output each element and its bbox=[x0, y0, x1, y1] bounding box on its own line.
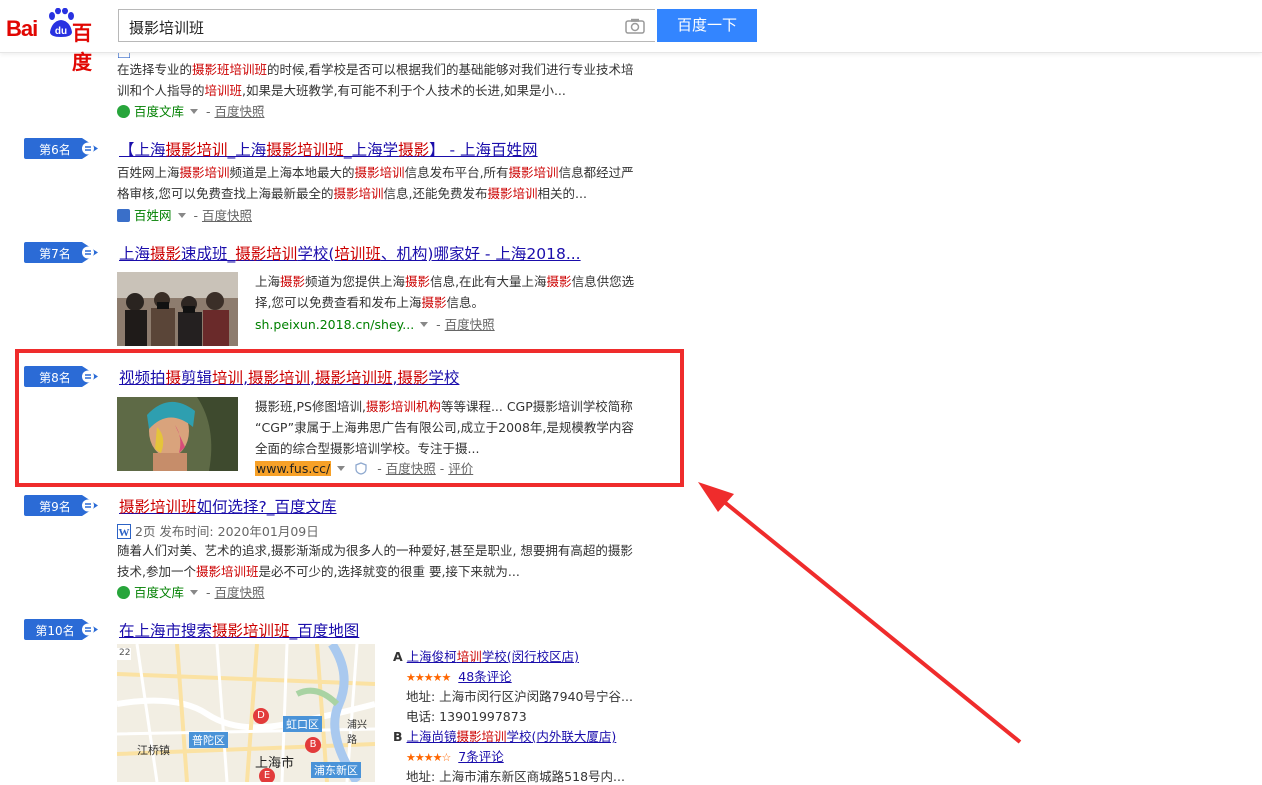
result-thumbnail[interactable] bbox=[117, 272, 238, 346]
result-title-link[interactable]: 视频拍摄剪辑培训,摄影培训,摄影培训班,摄影学校 bbox=[119, 366, 459, 388]
map-label: 浦东新区 bbox=[311, 762, 361, 778]
poi-rating: ★★★★☆ 7条评论 bbox=[406, 746, 504, 765]
reviews-link[interactable]: 7条评论 bbox=[458, 749, 503, 764]
logo-du: du bbox=[55, 26, 67, 37]
annotation-arrow bbox=[698, 482, 1022, 744]
result-title-link[interactable]: 在上海市搜索摄影培训班_百度地图 bbox=[119, 619, 359, 641]
review-link[interactable]: 评价 bbox=[448, 461, 473, 476]
search-input[interactable] bbox=[127, 16, 611, 38]
snapshot-link[interactable]: 百度快照 bbox=[386, 461, 436, 476]
result-source: 百度文库 - 百度快照 bbox=[117, 101, 265, 120]
chevron-down-icon bbox=[177, 213, 186, 218]
result-snippet: 百姓网上海摄影培训频道是上海本地最大的摄影培训信息发布平台,所有摄影培训信息都经… bbox=[117, 165, 634, 201]
baidu-logo[interactable]: Bai du 百度 bbox=[6, 6, 110, 74]
snapshot-link[interactable]: 百度快照 bbox=[445, 317, 495, 332]
result-snippet: 在选择专业的摄影班培训班的时候,看学校是否可以根据我们的基础能够对我们进行专业技… bbox=[117, 62, 634, 98]
rank-badge: 第8名 bbox=[24, 363, 100, 390]
snapshot-link[interactable]: 百度快照 bbox=[214, 104, 264, 119]
snapshot-link[interactable]: 百度快照 bbox=[214, 585, 264, 600]
rank-badge: 第10名 bbox=[24, 616, 100, 643]
shield-icon bbox=[355, 462, 367, 475]
chevron-down-icon bbox=[337, 466, 346, 471]
map-marker-b[interactable]: B bbox=[305, 737, 321, 753]
paw-logo-icon: du bbox=[49, 8, 74, 37]
word-doc-icon: W bbox=[117, 524, 131, 539]
rank-badge: 第7名 bbox=[24, 239, 100, 266]
logo-latin: Bai bbox=[6, 16, 38, 41]
poi-phone: 电话: 13901997873 bbox=[406, 709, 527, 724]
doc-meta: W 2页 发布时间: 2020年01月09日 bbox=[117, 524, 319, 539]
result-snippet: 上海摄影频道为您提供上海摄影信息,在此有大量上海摄影信息供您选 择,您可以免费查… bbox=[255, 274, 635, 310]
result-thumbnail[interactable] bbox=[117, 397, 238, 471]
poi-title[interactable]: A 上海俊柯培训学校(闵行校区店) bbox=[393, 646, 579, 665]
map-label: 浦兴路 bbox=[347, 720, 367, 746]
header-bar: Bai du 百度 百度一下 bbox=[0, 0, 1262, 74]
result-source: sh.peixun.2018.cn/shey... - 百度快照 bbox=[255, 317, 495, 332]
star-rating: ★★★★☆ bbox=[406, 751, 451, 764]
result-title-link[interactable]: 摄影培训班如何选择?_百度文库 bbox=[119, 495, 337, 517]
result-title-link[interactable]: 上海摄影速成班_摄影培训学校(培训班、机构)哪家好 - 上海2018... bbox=[119, 242, 581, 264]
result-title-link[interactable]: 【上海摄影培训_上海摄影培训班_上海学摄影】 - 上海百姓网 bbox=[119, 138, 538, 160]
star-rating: ★★★★★ bbox=[406, 671, 451, 684]
reviews-link[interactable]: 48条评论 bbox=[458, 669, 511, 684]
map-marker-d[interactable]: D bbox=[253, 708, 269, 724]
map-label: 江桥镇 bbox=[137, 744, 170, 757]
result-url[interactable]: www.fus.cc/ bbox=[255, 461, 332, 476]
logo-chinese: 百度 bbox=[72, 23, 92, 74]
result-source: 百姓网 - 百度快照 bbox=[117, 205, 252, 224]
wenku-icon bbox=[117, 105, 130, 118]
rank-badge: 第6名 bbox=[24, 135, 100, 162]
chevron-down-icon bbox=[190, 109, 199, 114]
camera-icon[interactable] bbox=[625, 18, 645, 34]
map-label: 22 bbox=[119, 648, 131, 658]
map-label: 普陀区 bbox=[189, 732, 228, 748]
rank-badge: 第9名 bbox=[24, 492, 100, 519]
poi-address: 地址: 上海市浦东新区商城路518号内... bbox=[406, 769, 625, 784]
map-label: 上海市 bbox=[255, 756, 295, 771]
chevron-down-icon bbox=[420, 322, 429, 327]
map-thumbnail[interactable]: 22 虹口区 普陀区 江桥镇 上海市 浦东新区 浦兴路 D B E bbox=[117, 644, 375, 782]
search-box[interactable] bbox=[118, 9, 655, 42]
result-snippet: 摄影班,PS修图培训,摄影培训机构等等课程... CGP摄影培训学校简称 “CG… bbox=[255, 399, 634, 456]
result-source: www.fus.cc/ - 百度快照 - 评价 bbox=[255, 461, 474, 476]
poi-rating: ★★★★★ 48条评论 bbox=[406, 666, 512, 685]
search-button[interactable]: 百度一下 bbox=[657, 9, 757, 42]
result-source: 百度文库 - 百度快照 bbox=[117, 582, 265, 601]
poi-title[interactable]: B 上海尚镜摄影培训学校(内外联大厦店) bbox=[393, 726, 616, 745]
map-marker-e[interactable]: E bbox=[259, 768, 275, 782]
baixing-icon bbox=[117, 209, 130, 222]
wenku-icon bbox=[117, 586, 130, 599]
result-snippet: 随着人们对美、艺术的追求,摄影渐渐成为很多人的一种爱好,甚至是职业, 想要拥有高… bbox=[117, 543, 633, 579]
map-label: 虹口区 bbox=[283, 716, 322, 732]
svg-text:W: W bbox=[119, 527, 130, 539]
snapshot-link[interactable]: 百度快照 bbox=[202, 208, 252, 223]
poi-address: 地址: 上海市闵行区沪闵路7940号宁谷... bbox=[406, 689, 633, 704]
chevron-down-icon bbox=[190, 590, 199, 595]
